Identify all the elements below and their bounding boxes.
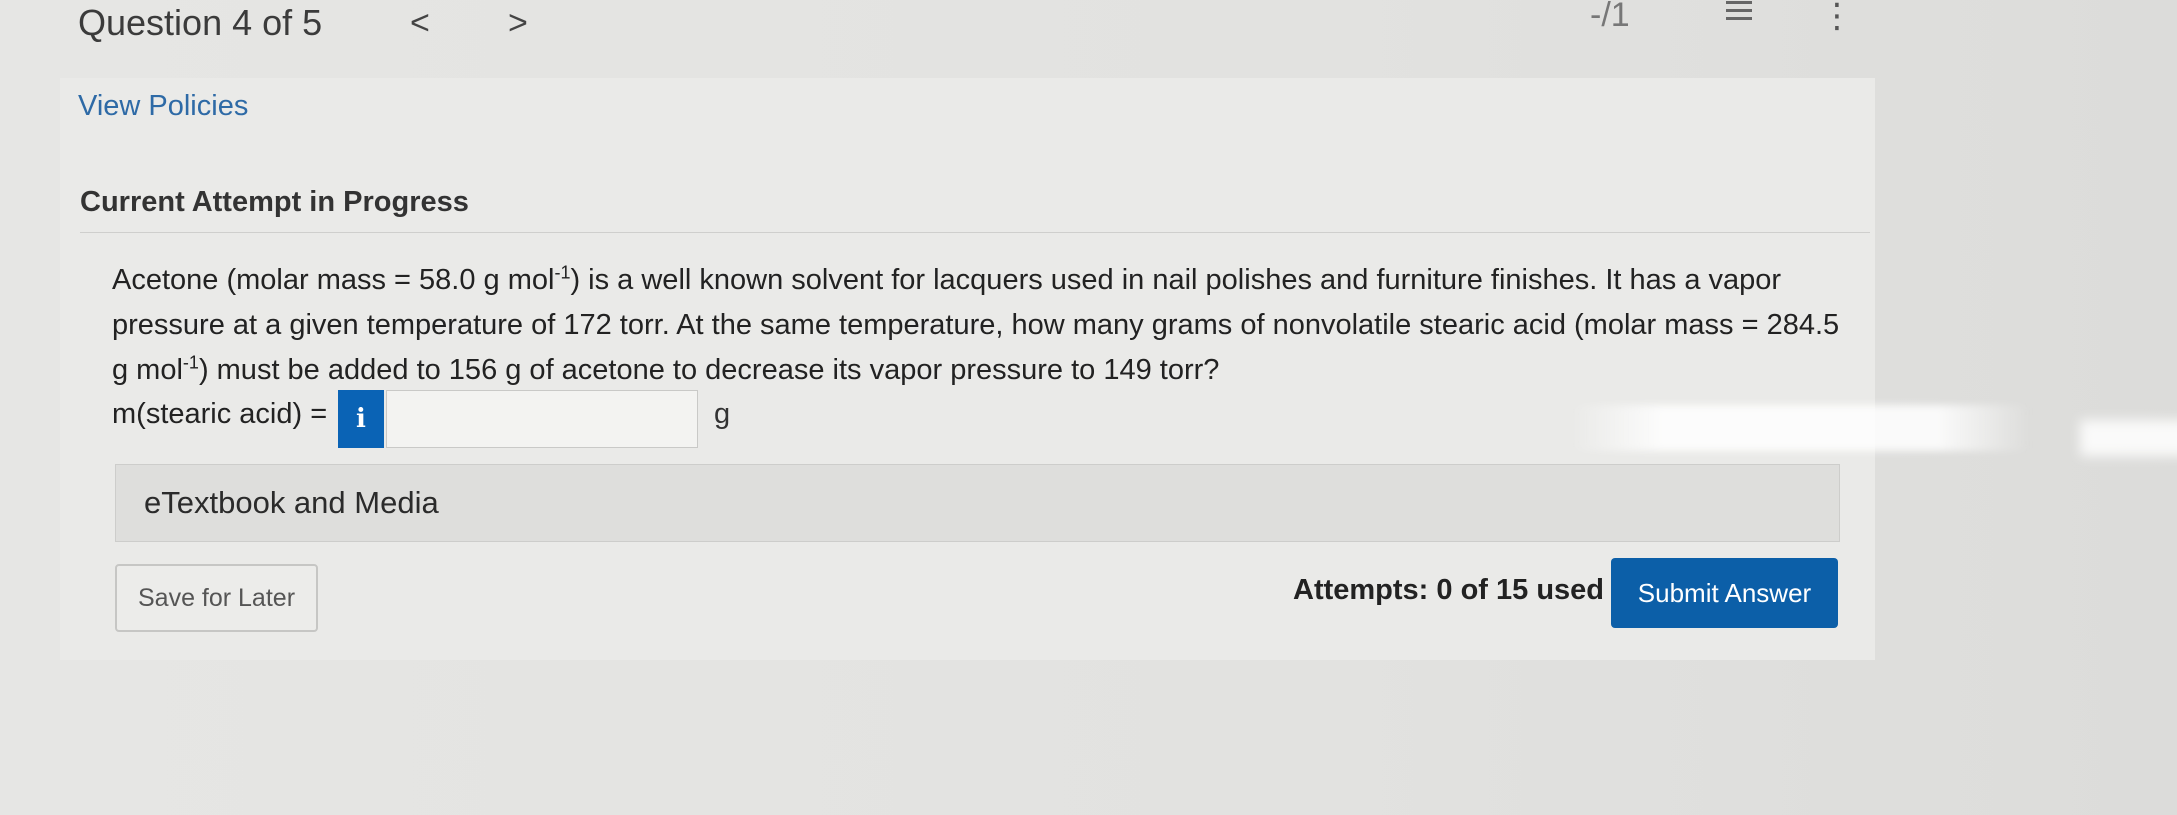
etextbook-media-section[interactable]: eTextbook and Media — [115, 464, 1840, 542]
superscript: -1 — [554, 262, 571, 283]
save-for-later-button[interactable]: Save for Later — [115, 564, 318, 632]
question-text-part: Acetone (molar mass = 58.0 g mol — [112, 264, 555, 296]
view-policies-link[interactable]: View Policies — [78, 90, 248, 123]
screen-glare — [1570, 405, 2030, 451]
divider — [80, 232, 1870, 233]
previous-question-button[interactable]: < — [410, 4, 430, 43]
screen-glare — [2080, 420, 2177, 456]
attempts-counter: Attempts: 0 of 15 used — [1293, 574, 1604, 606]
top-bar: Question 4 of 5 < > -/1 ⋮ — [0, 0, 2177, 50]
answer-unit: g — [714, 398, 731, 430]
answer-row: m(stearic acid) = i g — [112, 390, 812, 448]
answer-input[interactable] — [386, 390, 698, 448]
superscript: -1 — [182, 352, 199, 373]
page: Question 4 of 5 < > -/1 ⋮ View Policies … — [0, 0, 2177, 815]
score-indicator: -/1 — [1590, 0, 1630, 34]
etextbook-media-label: eTextbook and Media — [144, 485, 439, 520]
answer-label: m(stearic acid) = — [112, 398, 328, 430]
question-counter: Question 4 of 5 — [78, 2, 323, 43]
more-vertical-icon[interactable]: ⋮ — [1820, 0, 1854, 36]
attempt-heading: Current Attempt in Progress — [80, 186, 469, 218]
question-text-part: ) must be added to 156 g of acetone to d… — [198, 354, 1220, 386]
list-icon[interactable] — [1716, 0, 1752, 24]
info-icon[interactable]: i — [338, 390, 384, 448]
question-text: Acetone (molar mass = 58.0 g mol-1) is a… — [112, 258, 1852, 393]
next-question-button[interactable]: > — [508, 4, 528, 43]
submit-answer-button[interactable]: Submit Answer — [1611, 558, 1838, 628]
